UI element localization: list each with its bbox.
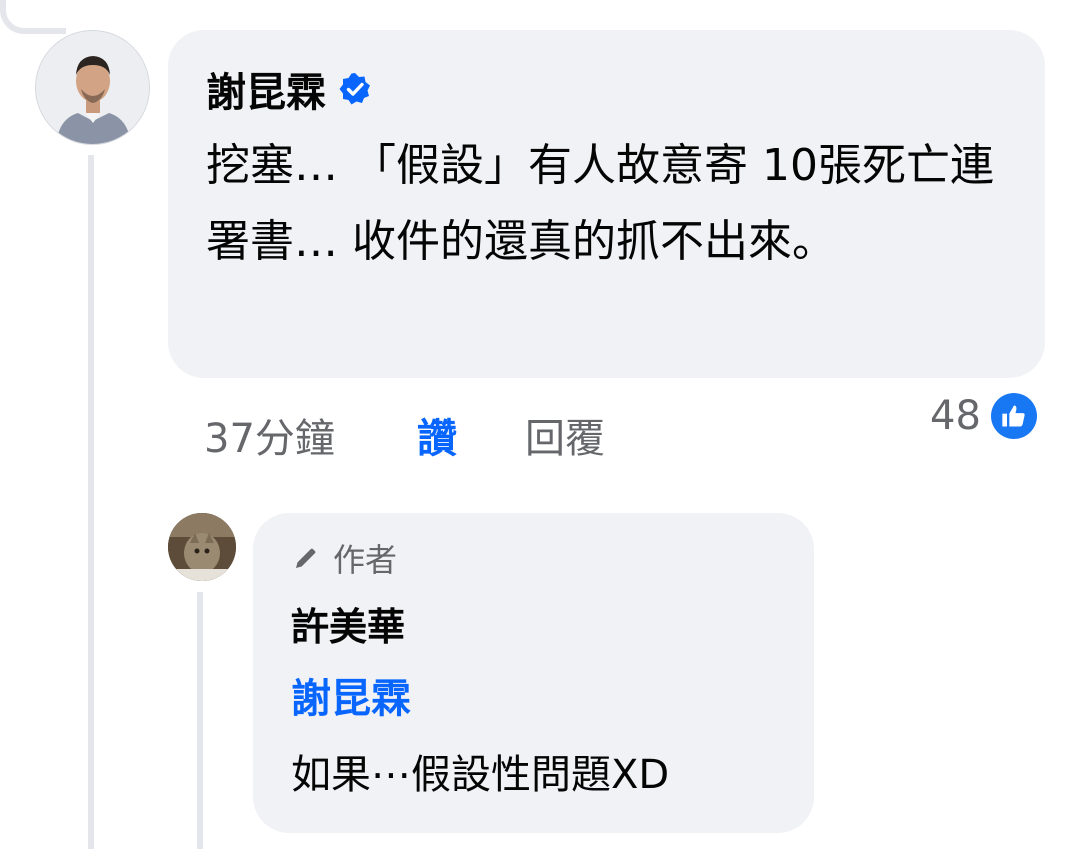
reply-connector-line	[0, 0, 66, 34]
avatar[interactable]	[35, 30, 150, 145]
avatar-photo	[168, 513, 236, 581]
reply-bubble: 作者 許美華 謝昆霖 如果⋯假設性問題XD	[253, 513, 814, 833]
verified-badge-icon	[339, 73, 370, 105]
pencil-icon	[296, 548, 316, 568]
comment-text: 挖塞… 「假設」有人故意寄 10張死亡連署書… 收件的還真的抓不出來。	[206, 140, 994, 267]
author-name[interactable]: 謝昆霖	[206, 60, 326, 118]
timestamp[interactable]: 37分鐘	[204, 406, 417, 464]
reply-thread-line	[197, 592, 203, 849]
reply-avatar[interactable]	[168, 513, 236, 581]
comment-bubble: 謝昆霖 挖塞… 「假設」有人故意寄 10張死亡連署書… 收件的還真的抓不出來。	[168, 30, 1045, 378]
reply-button[interactable]: 回覆	[525, 406, 605, 464]
like-button[interactable]: 讚	[417, 406, 525, 464]
reaction-count: 48	[930, 393, 981, 439]
reaction-summary[interactable]: 48	[930, 393, 1037, 439]
author-badge-label: 作者	[333, 541, 398, 579]
author-badge: 作者	[291, 533, 784, 583]
avatar-photo	[36, 31, 149, 144]
reply-text: 如果⋯假設性問題XD	[291, 752, 670, 798]
thread-line	[88, 155, 94, 849]
thumbs-up-icon	[990, 393, 1037, 439]
comment-actions: 37分鐘 讚 回覆	[204, 405, 605, 465]
comment-header: 謝昆霖	[206, 58, 1009, 120]
mention-link[interactable]: 謝昆霖	[291, 669, 784, 729]
reply-author-name[interactable]: 許美華	[291, 597, 784, 657]
